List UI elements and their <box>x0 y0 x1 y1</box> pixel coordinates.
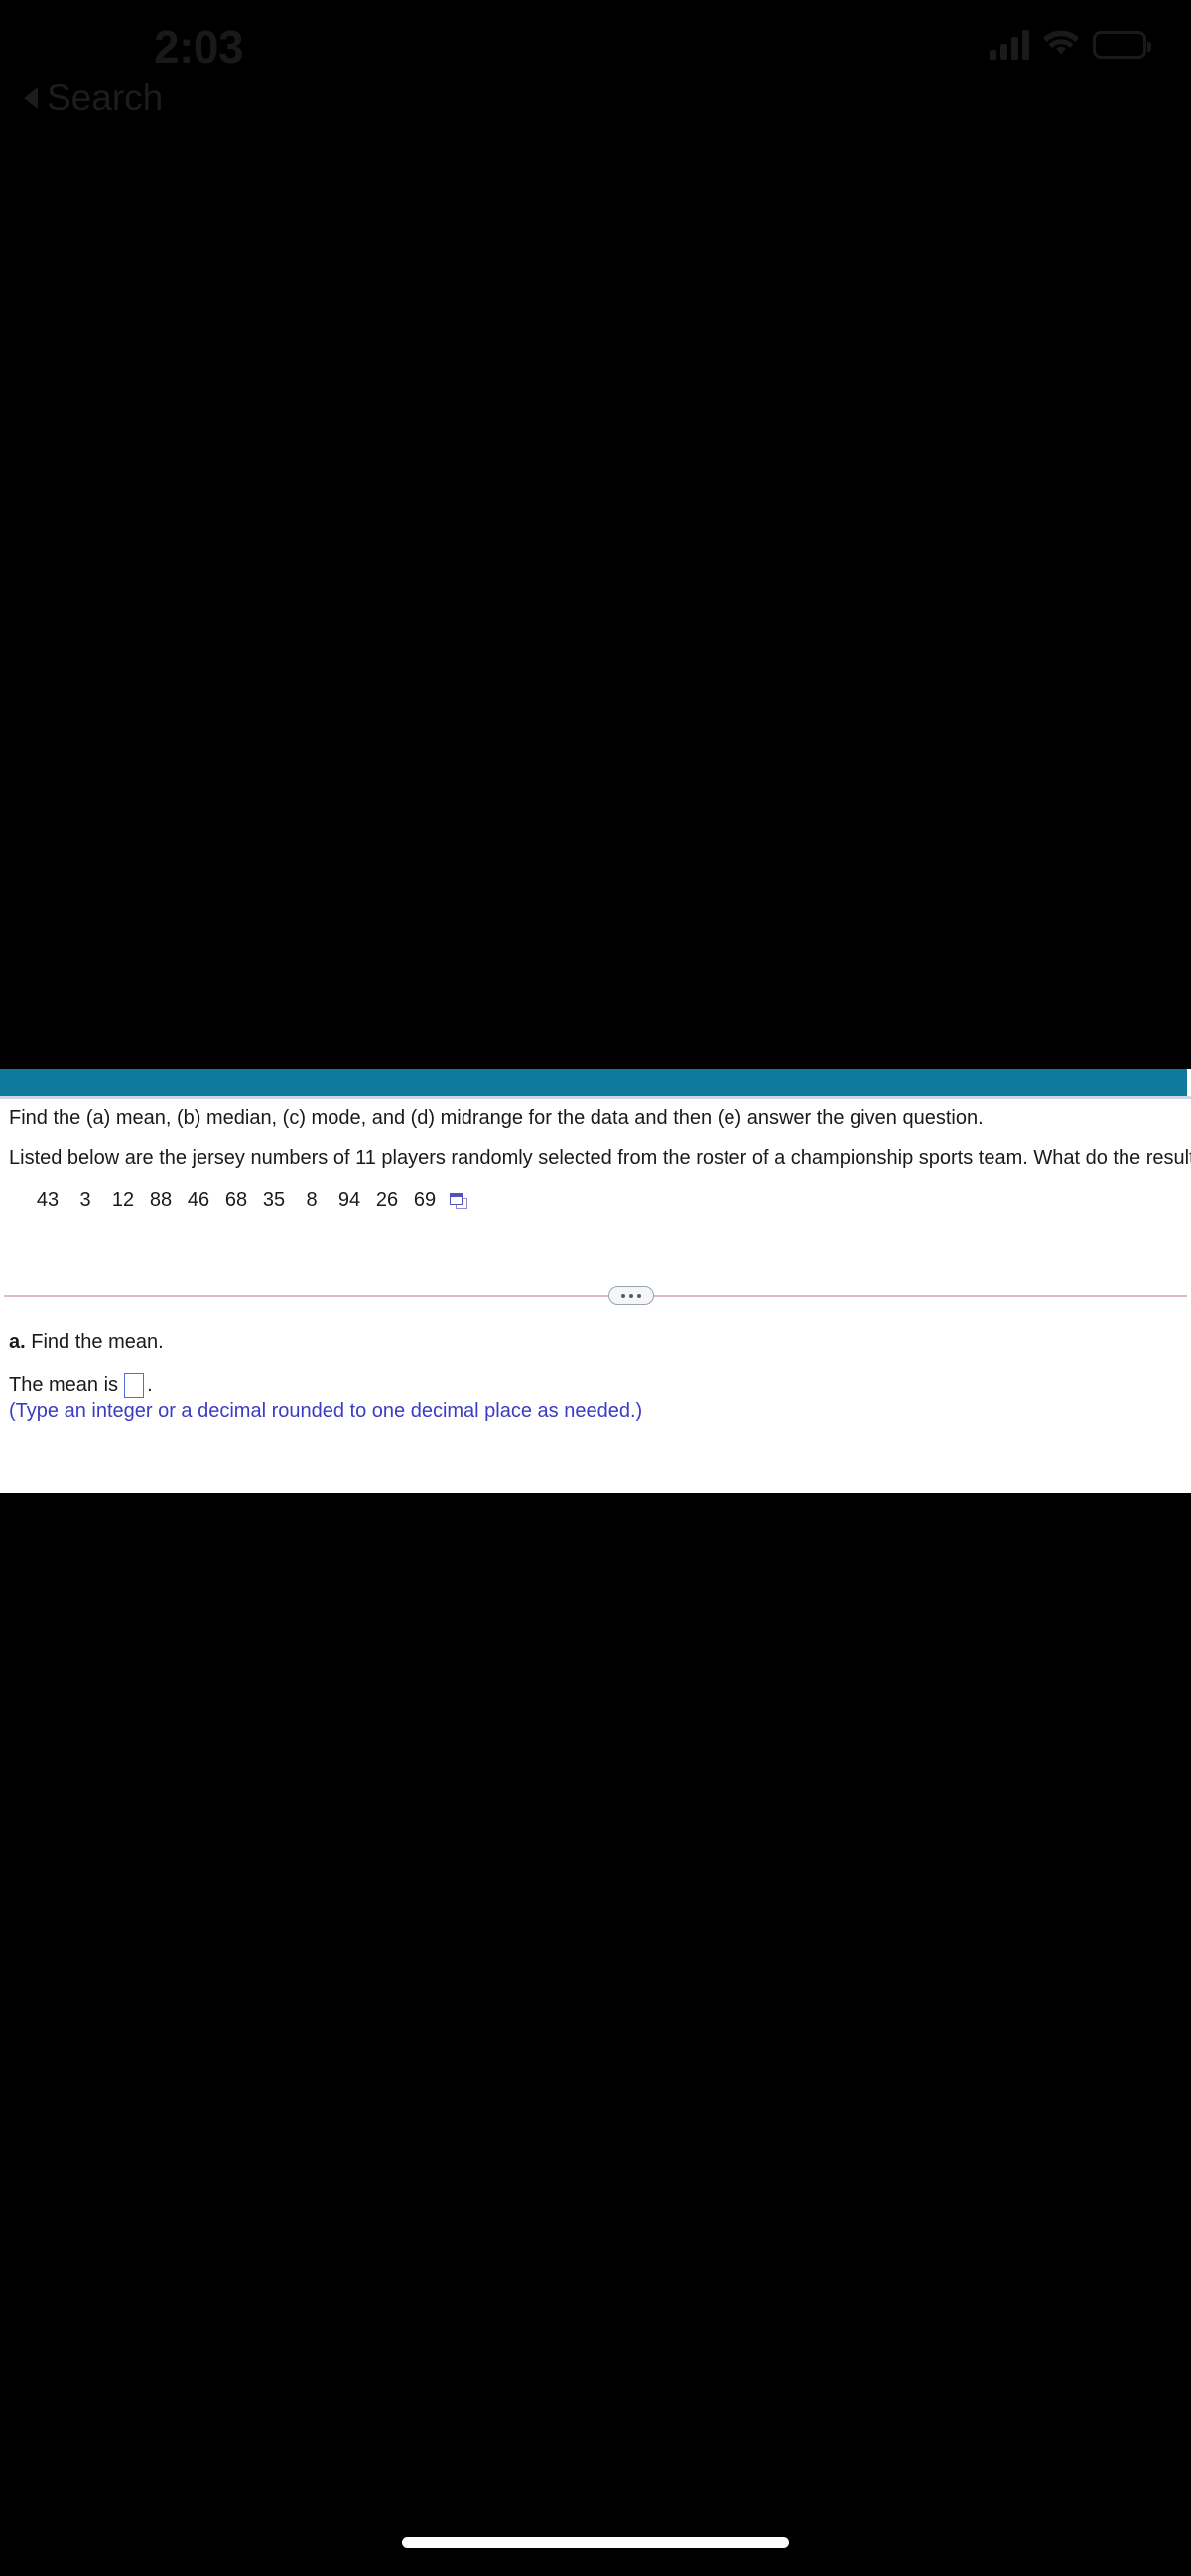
open-data-popup-icon[interactable] <box>450 1192 467 1209</box>
divider-line <box>4 1295 1187 1297</box>
data-value: 69 <box>413 1189 437 1211</box>
data-value: 68 <box>224 1189 248 1211</box>
data-value: 35 <box>262 1189 286 1211</box>
expand-handle-dots-icon[interactable] <box>608 1286 654 1305</box>
answer-prefix-label: The mean is <box>9 1374 119 1396</box>
data-value: 3 <box>79 1189 91 1211</box>
section-divider <box>0 1284 1191 1308</box>
phone-screen: 2:03 Search Find the (a) mean, (b) media… <box>0 0 1191 2576</box>
back-to-search-label: Search <box>47 77 164 118</box>
part-a-label: a. <box>9 1331 26 1352</box>
status-bar-indicators <box>990 30 1151 60</box>
card-header-underline <box>0 1096 1191 1099</box>
question-statement-line-1: Find the (a) mean, (b) median, (c) mode,… <box>9 1107 984 1129</box>
answer-format-hint: (Type an integer or a decimal rounded to… <box>9 1400 643 1422</box>
data-value: 46 <box>187 1189 210 1211</box>
problem-card: Find the (a) mean, (b) median, (c) mode,… <box>0 1069 1191 1493</box>
battery-icon <box>1093 31 1151 59</box>
status-bar: 2:03 <box>0 0 1191 95</box>
data-value: 12 <box>111 1189 135 1211</box>
wifi-icon <box>1043 30 1079 60</box>
part-a-text: Find the mean. <box>31 1331 164 1352</box>
answer-suffix-label: . <box>147 1374 153 1396</box>
answer-entry-line: The mean is . <box>9 1373 153 1398</box>
data-value: 8 <box>306 1189 318 1211</box>
data-value: 88 <box>149 1189 173 1211</box>
data-values-row: 43 3 12 88 46 68 35 8 94 26 69 <box>29 1189 467 1212</box>
card-header-accent-bar <box>0 1069 1187 1096</box>
data-value: 94 <box>337 1189 361 1211</box>
back-to-search-link[interactable]: Search <box>24 77 163 119</box>
home-indicator-bar[interactable] <box>402 2537 789 2548</box>
mean-answer-input[interactable] <box>124 1373 145 1398</box>
status-bar-clock: 2:03 <box>154 21 244 72</box>
data-value: 43 <box>36 1189 60 1211</box>
question-statement-line-2: Listed below are the jersey numbers of 1… <box>9 1147 1191 1169</box>
part-a-prompt: a. Find the mean. <box>9 1331 164 1353</box>
cellular-signal-icon <box>990 30 1029 60</box>
data-value: 26 <box>375 1189 399 1211</box>
back-triangle-icon <box>24 87 38 109</box>
